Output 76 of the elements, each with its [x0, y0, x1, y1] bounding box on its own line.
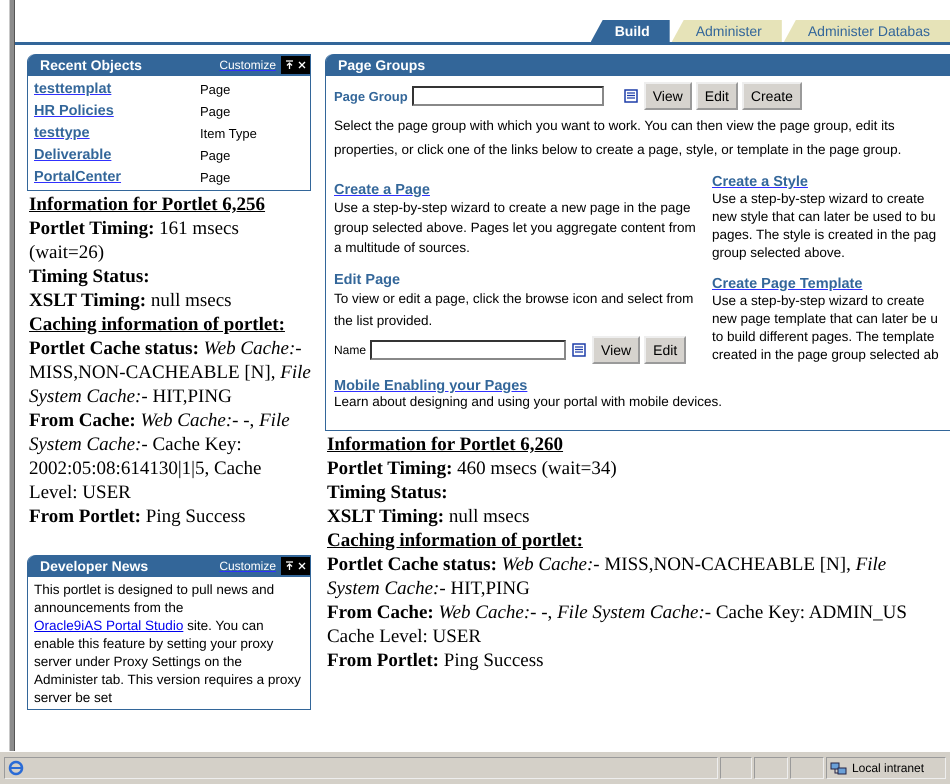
- info-line: Timing Status:: [29, 265, 151, 289]
- object-type: Page: [200, 170, 232, 184]
- info-heading: Caching information of portlet:: [327, 529, 584, 553]
- create-template-link[interactable]: Create Page Template: [712, 276, 862, 292]
- network-icon: [830, 760, 848, 776]
- create-style-link[interactable]: Create a Style: [712, 174, 808, 190]
- page-group-field[interactable]: [412, 86, 604, 106]
- info-line: XSLT Timing: null msecs: [29, 289, 233, 313]
- info-line: System Cache:- HIT,PING: [327, 577, 531, 601]
- info-heading: Caching information of portlet:: [29, 313, 286, 337]
- browser-icon: [8, 760, 24, 776]
- studio-link[interactable]: Oracle9iAS Portal Studio: [34, 618, 184, 633]
- object-link[interactable]: testtemplat: [34, 81, 200, 97]
- customize-link[interactable]: Customize: [219, 58, 276, 72]
- info-line: Portlet Cache status: Web Cache:- MISS,NON-CACHEABLE [N], File: [327, 553, 888, 577]
- close-icon[interactable]: [298, 562, 306, 570]
- security-zone: Local intranet: [852, 761, 924, 775]
- info-line: Portlet Timing: 460 msecs (wait=34): [327, 457, 618, 481]
- nav-tab[interactable]: Build: [590, 20, 670, 42]
- action-button[interactable]: Create: [742, 82, 802, 110]
- mobile-link[interactable]: Mobile Enabling your Pages: [334, 378, 528, 394]
- info-line: From Portlet: Ping Success: [327, 649, 545, 673]
- description-line: Use a step-by-step wizard to create: [712, 190, 926, 208]
- description-line: new style that can later be used to bu: [712, 208, 937, 226]
- info-heading: Information for Portlet 6,260: [327, 433, 564, 457]
- collapse-icon[interactable]: [285, 60, 294, 70]
- description-line: Use a step-by-step wizard to create: [712, 292, 926, 310]
- field-label: Page Group: [334, 88, 408, 104]
- description-line: group selected above.: [712, 244, 846, 262]
- info-heading: Information for Portlet 6,256: [29, 193, 266, 217]
- info-line: From Portlet: Ping Success: [29, 505, 247, 529]
- description-line: created in the page group selected ab: [712, 346, 940, 364]
- collapse-icon[interactable]: [285, 561, 294, 571]
- portlet-title: Page Groups: [338, 57, 426, 73]
- portlet-title: Recent Objects: [40, 57, 143, 73]
- object-link[interactable]: Deliverable: [34, 147, 200, 163]
- news-text: This portlet is designed to pull news and announcements from the Oracle9iAS Portal Studio site. You can enable this feature by setting your proxy server under Proxy Settings on the Administer tab. This version requires a proxy server be set: [33, 581, 302, 707]
- action-button[interactable]: View: [644, 82, 692, 110]
- description-line: to build different pages. The template: [712, 328, 936, 346]
- list-icon[interactable]: [624, 89, 638, 103]
- name-field[interactable]: [370, 340, 566, 360]
- description-line: new page template that can later be u: [712, 310, 939, 328]
- object-link[interactable]: testtype: [34, 125, 200, 141]
- close-icon[interactable]: [298, 61, 306, 69]
- info-line: Cache Level: USER: [327, 625, 482, 649]
- info-line: Portlet Timing: 161 msecs (wait=26): [29, 217, 240, 265]
- status-pane: [754, 757, 788, 779]
- action-button[interactable]: Edit: [696, 82, 738, 110]
- list-icon[interactable]: [572, 343, 586, 357]
- object-type: Item Type: [200, 126, 258, 140]
- nav-tab[interactable]: Administer: [672, 20, 782, 42]
- status-pane: [720, 757, 752, 779]
- description-line: pages. The style is created in the pag: [712, 226, 938, 244]
- info-line: XSLT Timing: null msecs: [327, 505, 531, 529]
- info-line: From Cache: Web Cache:- -, File System Cache:- Cache Key: ADMIN_US: [327, 601, 908, 625]
- object-type: Page: [200, 104, 232, 118]
- object-type: Page: [200, 148, 232, 162]
- nav-tab[interactable]: Administer Databas: [784, 20, 950, 42]
- field-label: Name: [334, 343, 366, 357]
- action-button[interactable]: Edit: [644, 336, 686, 364]
- object-type: Page: [200, 82, 232, 96]
- action-button[interactable]: View: [592, 336, 640, 364]
- description-text: Learn about designing and using your portal with mobile devices.: [334, 394, 723, 410]
- object-link[interactable]: HR Policies: [34, 103, 200, 119]
- description-text: Use a step-by-step wizard to create a new page in the page group selected above. Pages let you aggregate content from a multitude of sources.: [334, 199, 697, 257]
- customize-link[interactable]: Customize: [219, 559, 276, 573]
- portlet-title: Developer News: [40, 558, 150, 574]
- status-pane: [790, 757, 824, 779]
- description-text: To view or edit a page, click the browse icon and select from the list provided.: [334, 290, 694, 330]
- description-text: Select the page group with which you want to work. You can then view the page group, edit its properties, or click one of the links below to create a page, style, or template in the page group.: [334, 117, 902, 159]
- info-line: Portlet Cache status: Web Cache:- MISS,NON-CACHEABLE [N], File System Cache:- HIT,PING: [29, 337, 311, 409]
- create-page-link[interactable]: Create a Page: [334, 182, 430, 198]
- info-line: Timing Status:: [327, 481, 449, 505]
- object-link[interactable]: PortalCenter: [34, 169, 200, 185]
- info-line: From Cache: Web Cache:- -, File System Cache:- Cache Key: 2002:05:08:614130|1|5, Cache Level: USER: [29, 409, 291, 505]
- section-heading: Edit Page: [334, 272, 402, 288]
